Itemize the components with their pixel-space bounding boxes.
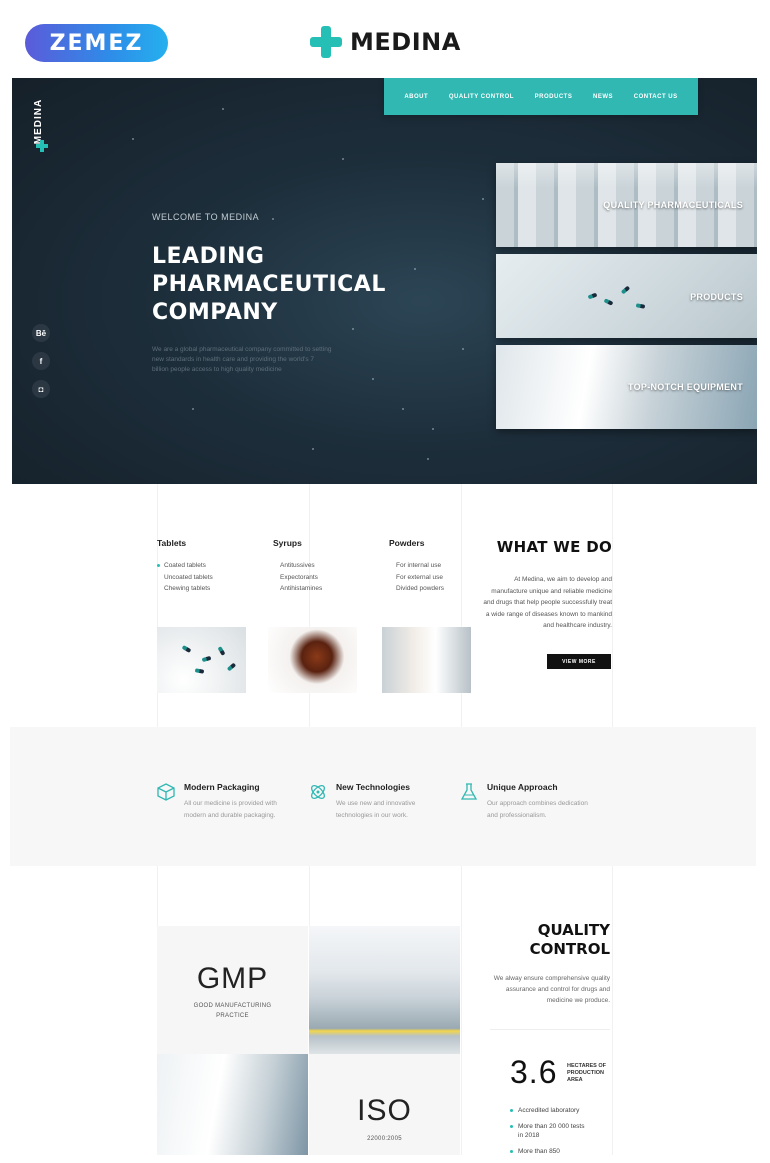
feature-title: Unique Approach [487, 782, 558, 792]
feature-text: Our approach combines dedication and pro… [487, 800, 588, 819]
hero-section: MEDINA Bē f ◘ ABOUT QUALITY CONTROL PROD… [12, 78, 757, 484]
feature-title: Modern Packaging [184, 782, 260, 792]
hero-welcome: WELCOME TO MEDINA [152, 212, 260, 222]
what-we-do-section: Tablets Coated tablets Uncoated tablets … [0, 484, 770, 727]
lab-worker-image [157, 1054, 308, 1155]
category-syrups: Syrups Antitussives Expectorants Antihis… [273, 538, 383, 595]
nav-contact-us[interactable]: CONTACT US [634, 94, 678, 100]
feature-title: New Technologies [336, 782, 410, 792]
brand-logo[interactable]: MEDINA [310, 26, 461, 58]
hero-description: We are a global pharmaceutical company c… [152, 346, 332, 373]
feature-modern-packaging: Modern Packaging All our medicine is pro… [156, 782, 296, 821]
side-cross-icon [36, 140, 48, 152]
nav-quality-control[interactable]: QUALITY CONTROL [449, 94, 514, 100]
iso-tile[interactable]: ISO 22000:2005 [309, 1054, 460, 1155]
gmp-subtitle: GOOD MANUFACTURING PRACTICE [193, 1003, 272, 1019]
side-brand-text: MEDINA [33, 98, 45, 145]
gmp-tile[interactable]: GMP GOOD MANUFACTURING PRACTICE [157, 926, 308, 1054]
category-title[interactable]: Syrups [273, 538, 383, 548]
card-title: QUALITY PHARMACEUTICALS [603, 200, 743, 210]
list-item[interactable]: For internal use [389, 560, 499, 572]
iso-label: ISO [357, 1094, 412, 1127]
quality-list: Accredited laboratory More than 20 000 t… [510, 1106, 590, 1163]
syrup-image[interactable] [268, 627, 357, 693]
nav-products[interactable]: PRODUCTS [535, 94, 573, 100]
category-title[interactable]: Tablets [157, 538, 267, 548]
features-section: Modern Packaging All our medicine is pro… [10, 727, 756, 866]
molecule-icon [311, 785, 325, 799]
flask-icon [460, 783, 478, 800]
card-products[interactable]: PRODUCTS [496, 254, 757, 338]
list-item[interactable]: Expectorants [273, 572, 383, 584]
list-item[interactable]: Chewing tablets [157, 583, 267, 595]
view-more-button[interactable]: VIEW MORE [547, 654, 611, 669]
card-top-notch-equipment[interactable]: TOP-NOTCH EQUIPMENT [496, 345, 757, 429]
list-item: Accredited laboratory [510, 1106, 590, 1115]
nav-news[interactable]: NEWS [593, 94, 613, 100]
list-item[interactable]: Coated tablets [157, 560, 267, 572]
stat-label: HECTARES OF PRODUCTION AREA [567, 1063, 607, 1083]
brand-name: MEDINA [350, 28, 461, 56]
list-item[interactable]: Uncoated tablets [157, 572, 267, 584]
feature-text: All our medicine is provided with modern… [184, 800, 277, 819]
list-item[interactable]: Antitussives [273, 560, 383, 572]
what-we-do-heading: WHAT WE DO [496, 538, 612, 556]
feature-unique-approach: Unique Approach Our approach combines de… [459, 782, 599, 821]
hero-title: LEADING PHARMACEUTICAL COMPANY [152, 244, 386, 325]
card-quality-pharmaceuticals[interactable]: QUALITY PHARMACEUTICALS [496, 163, 757, 247]
top-bar: ZEMEZ MEDINA [0, 0, 770, 78]
medical-cross-icon [310, 26, 342, 58]
divider [490, 1029, 610, 1030]
side-brand[interactable]: MEDINA [32, 96, 52, 166]
what-we-do-description: At Medina, we aim to develop and manufac… [483, 576, 612, 629]
category-list: Antitussives Expectorants Antihistamines [273, 560, 383, 595]
quality-control-heading: QUALITY CONTROL [529, 921, 610, 958]
nav-about[interactable]: ABOUT [404, 94, 428, 100]
feature-text: We use new and innovative technologies i… [336, 800, 416, 819]
list-item[interactable]: Antihistamines [273, 583, 383, 595]
cube-icon [157, 783, 175, 801]
lab-machine-image [309, 926, 460, 1054]
list-item: More than 20 000 tests in 2018 [510, 1122, 590, 1140]
instagram-icon[interactable]: ◘ [32, 380, 50, 398]
gmp-label: GMP [196, 962, 269, 995]
stat-value: 3.6 [510, 1054, 558, 1090]
zemez-logo[interactable]: ZEMEZ [25, 24, 168, 62]
main-nav: ABOUT QUALITY CONTROL PRODUCTS NEWS CONT… [384, 78, 698, 115]
tablets-image[interactable] [157, 627, 246, 693]
card-title: PRODUCTS [690, 292, 743, 302]
facebook-icon[interactable]: f [32, 352, 50, 370]
category-tablets: Tablets Coated tablets Uncoated tablets … [157, 538, 267, 595]
feature-new-technologies: New Technologies We use new and innovati… [308, 782, 448, 821]
category-list: Coated tablets Uncoated tablets Chewing … [157, 560, 267, 595]
microscope-image[interactable] [382, 627, 471, 693]
category-title[interactable]: Powders [389, 538, 499, 548]
iso-subtitle: 22000:2005 [367, 1136, 402, 1142]
quality-control-section: GMP GOOD MANUFACTURING PRACTICE ISO 2200… [0, 866, 770, 1155]
quality-control-description: We alway ensure comprehensive quality as… [493, 975, 610, 1004]
card-title: TOP-NOTCH EQUIPMENT [627, 382, 743, 392]
behance-icon[interactable]: Bē [32, 324, 50, 342]
